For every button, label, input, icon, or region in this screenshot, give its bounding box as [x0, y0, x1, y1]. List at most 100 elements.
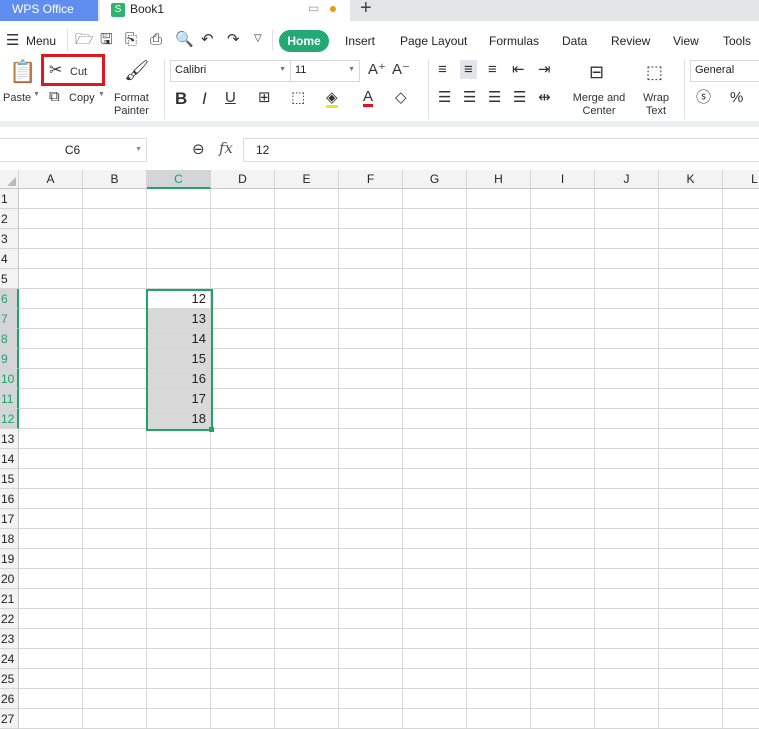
cell-h22[interactable] [467, 609, 531, 629]
cell-k25[interactable] [659, 669, 723, 689]
cell-f11[interactable] [339, 389, 403, 409]
column-header-a[interactable]: A [19, 170, 83, 189]
row-header-4[interactable]: 4 [0, 249, 19, 269]
cell-k27[interactable] [659, 709, 723, 729]
cell-h9[interactable] [467, 349, 531, 369]
justify-icon[interactable]: ☰ [513, 90, 526, 105]
row-header-6[interactable]: 6 [0, 289, 19, 309]
cell-c7[interactable]: 13 [147, 309, 211, 329]
cell-b19[interactable] [83, 549, 147, 569]
cell-e9[interactable] [275, 349, 339, 369]
merge-and-center-button[interactable]: Merge and Center [567, 92, 631, 118]
row-header-10[interactable]: 10 [0, 369, 19, 389]
open-folder-icon[interactable]: 🗁 [75, 32, 94, 47]
cell-c15[interactable] [147, 469, 211, 489]
cell-i10[interactable] [531, 369, 595, 389]
cell-c26[interactable] [147, 689, 211, 709]
cell-e27[interactable] [275, 709, 339, 729]
cell-e18[interactable] [275, 529, 339, 549]
cell-d9[interactable] [211, 349, 275, 369]
cell-j3[interactable] [595, 229, 659, 249]
cell-j22[interactable] [595, 609, 659, 629]
cell-i16[interactable] [531, 489, 595, 509]
cell-g12[interactable] [403, 409, 467, 429]
row-header-23[interactable]: 23 [0, 629, 19, 649]
cell-b22[interactable] [83, 609, 147, 629]
new-tab-plus-icon[interactable]: + [360, 0, 372, 20]
customize-dropdown-icon[interactable]: ▽ [254, 34, 262, 44]
cell-j5[interactable] [595, 269, 659, 289]
cell-f20[interactable] [339, 569, 403, 589]
tab-home[interactable]: Home [279, 30, 329, 52]
cell-b6[interactable] [83, 289, 147, 309]
cell-l15[interactable] [723, 469, 759, 489]
cell-l13[interactable] [723, 429, 759, 449]
cell-b5[interactable] [83, 269, 147, 289]
cell-f14[interactable] [339, 449, 403, 469]
cell-i15[interactable] [531, 469, 595, 489]
cell-e7[interactable] [275, 309, 339, 329]
cell-l12[interactable] [723, 409, 759, 429]
italic-icon[interactable]: I [202, 90, 207, 107]
cell-g19[interactable] [403, 549, 467, 569]
cell-k20[interactable] [659, 569, 723, 589]
cell-a20[interactable] [19, 569, 83, 589]
cell-e6[interactable] [275, 289, 339, 309]
cell-i25[interactable] [531, 669, 595, 689]
cell-d25[interactable] [211, 669, 275, 689]
cell-f4[interactable] [339, 249, 403, 269]
column-header-e[interactable]: E [275, 170, 339, 189]
cell-b18[interactable] [83, 529, 147, 549]
cell-j25[interactable] [595, 669, 659, 689]
percent-button[interactable]: % [730, 90, 743, 105]
cell-e8[interactable] [275, 329, 339, 349]
column-header-b[interactable]: B [83, 170, 147, 189]
cell-g10[interactable] [403, 369, 467, 389]
cell-f19[interactable] [339, 549, 403, 569]
column-header-j[interactable]: J [595, 170, 659, 189]
cell-h21[interactable] [467, 589, 531, 609]
cell-f21[interactable] [339, 589, 403, 609]
cell-h7[interactable] [467, 309, 531, 329]
cell-h6[interactable] [467, 289, 531, 309]
cell-d3[interactable] [211, 229, 275, 249]
cell-d18[interactable] [211, 529, 275, 549]
cell-a3[interactable] [19, 229, 83, 249]
fill-handle[interactable] [209, 427, 214, 432]
cell-h24[interactable] [467, 649, 531, 669]
cell-e11[interactable] [275, 389, 339, 409]
cell-g13[interactable] [403, 429, 467, 449]
cell-i3[interactable] [531, 229, 595, 249]
row-header-25[interactable]: 25 [0, 669, 19, 689]
cell-a8[interactable] [19, 329, 83, 349]
cell-i7[interactable] [531, 309, 595, 329]
cell-l3[interactable] [723, 229, 759, 249]
cell-a18[interactable] [19, 529, 83, 549]
cell-d5[interactable] [211, 269, 275, 289]
cell-h15[interactable] [467, 469, 531, 489]
cell-i1[interactable] [531, 189, 595, 209]
cell-f7[interactable] [339, 309, 403, 329]
cell-l19[interactable] [723, 549, 759, 569]
cell-d8[interactable] [211, 329, 275, 349]
cell-f9[interactable] [339, 349, 403, 369]
cell-f15[interactable] [339, 469, 403, 489]
cell-l18[interactable] [723, 529, 759, 549]
tab-formulas[interactable]: Formulas [489, 34, 539, 48]
cell-f27[interactable] [339, 709, 403, 729]
monitor-icon[interactable]: ▭ [308, 1, 319, 15]
cell-k2[interactable] [659, 209, 723, 229]
cell-f18[interactable] [339, 529, 403, 549]
cell-f10[interactable] [339, 369, 403, 389]
cell-a5[interactable] [19, 269, 83, 289]
cell-c25[interactable] [147, 669, 211, 689]
cell-k10[interactable] [659, 369, 723, 389]
cell-f23[interactable] [339, 629, 403, 649]
cell-i9[interactable] [531, 349, 595, 369]
cell-j15[interactable] [595, 469, 659, 489]
row-header-5[interactable]: 5 [0, 269, 19, 289]
cell-f17[interactable] [339, 509, 403, 529]
cell-a22[interactable] [19, 609, 83, 629]
cell-b16[interactable] [83, 489, 147, 509]
cell-h2[interactable] [467, 209, 531, 229]
